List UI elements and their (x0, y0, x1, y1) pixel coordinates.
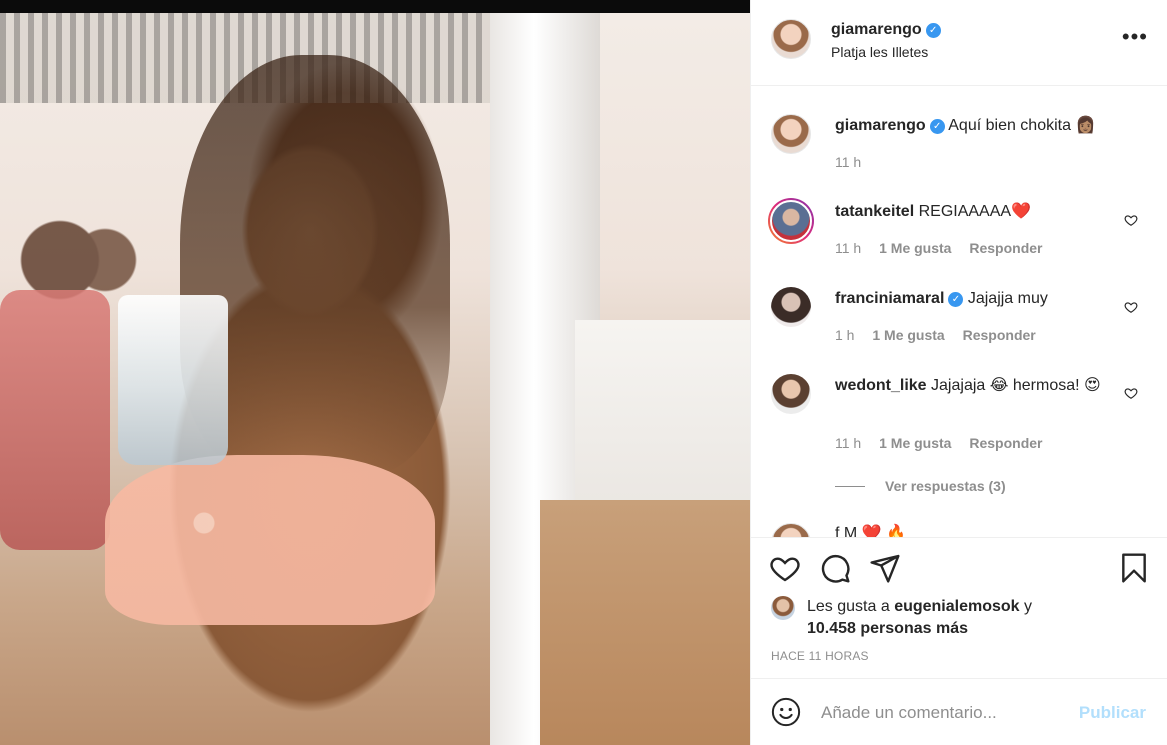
replies-divider (835, 486, 865, 487)
comment-meta: 11 h 1 Me gusta Responder (835, 240, 1056, 256)
liker-avatar[interactable] (771, 596, 795, 620)
comment-username[interactable]: tatankeitel (835, 203, 914, 220)
comment-likes[interactable]: 1 Me gusta (879, 435, 951, 451)
caption-meta: 11 h (835, 154, 875, 170)
share-paper-plane-icon[interactable] (869, 552, 901, 584)
verified-badge-icon: ✓ (948, 292, 964, 307)
likes-prefix: Les gusta a (807, 598, 890, 615)
comment-text-line: f M ❤️ 🔥 (835, 525, 906, 537)
caption-avatar[interactable] (771, 114, 811, 154)
photo-sand (540, 500, 750, 745)
comment-username[interactable]: wedont_like (835, 377, 927, 394)
comment-username[interactable]: franciniamaral (835, 290, 944, 307)
post-side-panel: giamarengo ✓ Platja les Illetes ••• giama… (750, 0, 1167, 745)
comment-text: Jajajaja 😂 hermosa! 😍 (931, 377, 1101, 394)
reply-button[interactable]: Responder (969, 240, 1042, 256)
author-username[interactable]: giamarengo (831, 21, 922, 38)
comment-like-heart-icon[interactable] (1124, 386, 1138, 400)
more-options-icon[interactable]: ••• (1122, 26, 1148, 48)
view-replies-button[interactable]: Ver respuestas (3) (835, 478, 1006, 494)
post-photo[interactable] (0, 0, 750, 745)
publish-button[interactable]: Publicar (1079, 703, 1146, 723)
likes-text: Les gusta a eugenialemosok y 10.458 pers… (807, 596, 1107, 640)
like-heart-icon[interactable] (769, 552, 801, 584)
likes-count[interactable]: 10.458 personas más (807, 620, 968, 637)
comments-list[interactable]: giamarengo ✓ Aquí bien chokita 👩🏽 11 h ta… (751, 87, 1167, 537)
comment-avatar[interactable] (771, 374, 811, 414)
add-comment-form: Publicar (751, 678, 1167, 745)
verified-badge-icon: ✓ (925, 23, 941, 38)
reply-button[interactable]: Responder (969, 435, 1042, 451)
comment-likes[interactable]: 1 Me gusta (879, 240, 951, 256)
comment-text-line: tatankeitel REGIAAAAA❤️ (835, 201, 1125, 223)
post-header: giamarengo ✓ Platja les Illetes ••• (751, 0, 1167, 86)
comment-text-line: franciniamaral ✓ Jajajja muy (835, 288, 1125, 310)
comment-text-line: wedont_like Jajajaja 😂 hermosa! 😍 (835, 375, 1115, 397)
photo-arm (0, 290, 110, 550)
comment-meta: 1 h 1 Me gusta Responder (835, 327, 1050, 343)
author-avatar[interactable] (771, 19, 811, 59)
photo-top-bar (0, 0, 750, 13)
photo-cup (118, 295, 228, 465)
verified-badge-icon: ✓ (929, 119, 945, 134)
comment-text: REGIAAAAA❤️ (918, 203, 1031, 220)
post-timestamp[interactable]: HACE 11 HORAS (771, 649, 869, 663)
comment-avatar[interactable] (768, 198, 814, 244)
view-replies-label: Ver respuestas (3) (885, 478, 1006, 494)
comment-bubble-icon[interactable] (819, 552, 851, 584)
caption-text: Aquí bien chokita 👩🏽 (948, 117, 1096, 134)
comment-meta: 11 h 1 Me gusta Responder (835, 435, 1056, 451)
add-comment-input[interactable] (821, 701, 1071, 725)
comment-likes[interactable]: 1 Me gusta (872, 327, 944, 343)
comment-avatar[interactable] (771, 287, 811, 327)
comment-like-heart-icon[interactable] (1124, 213, 1138, 227)
emoji-smiley-icon[interactable] (771, 697, 801, 727)
liker-username[interactable]: eugenialemosok (894, 598, 1019, 615)
caption-username[interactable]: giamarengo (835, 117, 926, 134)
likes-suffix: y (1024, 598, 1033, 615)
comment-time[interactable]: 11 h (835, 240, 861, 256)
comment-time[interactable]: 1 h (835, 327, 854, 343)
comment-avatar[interactable] (771, 523, 811, 537)
save-bookmark-icon[interactable] (1118, 552, 1150, 584)
comment-time[interactable]: 11 h (835, 435, 861, 451)
post-actions-bar (751, 537, 1167, 595)
caption-time[interactable]: 11 h (835, 154, 861, 170)
author-username-row: giamarengo ✓ (831, 21, 941, 39)
photo-bikini (105, 455, 435, 625)
comment-like-heart-icon[interactable] (1124, 300, 1138, 314)
caption-text-line: giamarengo ✓ Aquí bien chokita 👩🏽 (835, 115, 1125, 137)
comment-text: Jajajja muy (967, 290, 1048, 307)
post-location[interactable]: Platja les Illetes (831, 44, 928, 60)
reply-button[interactable]: Responder (963, 327, 1036, 343)
